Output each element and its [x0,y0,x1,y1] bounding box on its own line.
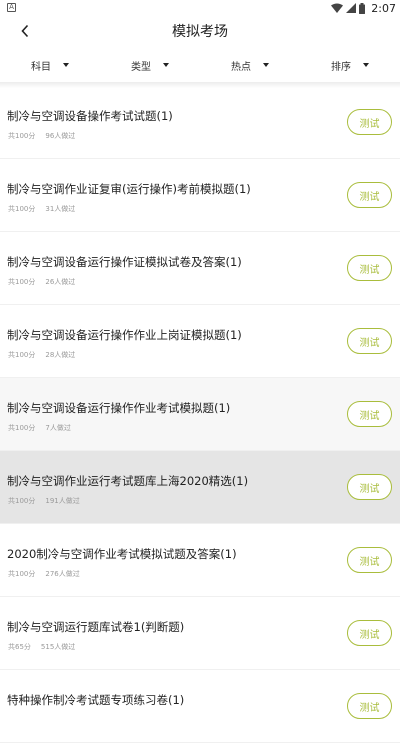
exam-attempt-count: 515人做过 [40,643,76,651]
exam-attempt-count: 191人做过 [45,497,80,505]
caret-down-icon [163,63,169,67]
clock: 2:07 [371,1,396,15]
battery-icon [359,2,366,14]
test-button[interactable]: 测试 [347,474,392,500]
status-indicators: 2:07 [331,1,396,15]
signal-icon [346,3,357,13]
exam-meta: 共100分 191人做过 [8,496,80,506]
exam-attempt-count: 96人做过 [45,132,76,140]
list-item[interactable]: 制冷与空调设备运行操作作业上岗证模拟题(1) 共100分 28人做过 测试 [0,305,400,378]
exam-title: 制冷与空调作业运行考试题库上海2020精选(1) [7,474,249,488]
caret-down-icon [263,63,269,67]
list-item[interactable]: 制冷与空调设备操作考试试题(1) 共100分 96人做过 测试 [0,86,400,159]
exam-title: 制冷与空调设备运行操作作业上岗证模拟题(1) [7,328,242,342]
notification-icon: A [7,3,16,12]
exam-total-score: 共100分 [8,132,36,140]
test-button[interactable]: 测试 [347,109,392,135]
list-item[interactable]: 特种操作制冷考试题专项练习卷(1) 测试 [0,670,400,743]
exam-title: 制冷与空调运行题库试卷1(判断题) [7,620,185,634]
exam-total-score: 共100分 [8,570,36,578]
exam-meta: 共100分 276人做过 [8,569,80,579]
filter-label: 排序 [331,61,351,73]
exam-total-score: 共100分 [8,278,36,286]
test-button[interactable]: 测试 [347,328,392,354]
wifi-icon [331,3,344,13]
exam-title: 制冷与空调设备运行操作作业考试模拟题(1) [7,401,231,415]
exam-attempt-count: 26人做过 [45,278,76,286]
exam-attempt-count: 276人做过 [45,570,80,578]
app-header: 模拟考场 [0,16,400,46]
test-button[interactable]: 测试 [347,182,392,208]
filter-hot[interactable]: 热点 [200,50,300,80]
exam-list: 制冷与空调设备操作考试试题(1) 共100分 96人做过 测试 制冷与空调作业证… [0,86,400,743]
list-item[interactable]: 制冷与空调运行题库试卷1(判断题) 共65分 515人做过 测试 [0,597,400,670]
test-button[interactable]: 测试 [347,693,392,719]
filter-subject[interactable]: 科目 [0,50,100,80]
exam-meta: 共100分 31人做过 [8,204,75,214]
list-item[interactable]: 2020制冷与空调作业考试模拟试题及答案(1) 共100分 276人做过 测试 [0,524,400,597]
exam-total-score: 共65分 [8,643,31,651]
caret-down-icon [363,63,369,67]
filter-label: 科目 [31,61,51,73]
exam-title: 制冷与空调设备操作考试试题(1) [7,109,173,123]
exam-total-score: 共100分 [8,497,36,505]
filter-sort[interactable]: 排序 [300,50,400,80]
test-button[interactable]: 测试 [347,547,392,573]
exam-title: 2020制冷与空调作业考试模拟试题及答案(1) [7,547,237,561]
exam-title: 制冷与空调作业证复审(运行操作)考前模拟题(1) [7,182,251,196]
list-item[interactable]: 制冷与空调设备运行操作证模拟试卷及答案(1) 共100分 26人做过 测试 [0,232,400,305]
exam-meta: 共65分 515人做过 [8,642,75,652]
exam-attempt-count: 31人做过 [45,205,76,213]
exam-meta: 共100分 7人做过 [8,423,71,433]
status-bar: A 2:07 [0,0,400,16]
exam-attempt-count: 7人做过 [45,424,71,432]
exam-attempt-count: 28人做过 [45,351,76,359]
exam-title: 制冷与空调设备运行操作证模拟试卷及答案(1) [7,255,242,269]
exam-title: 特种操作制冷考试题专项练习卷(1) [7,693,185,707]
exam-meta: 共100分 28人做过 [8,350,75,360]
list-item[interactable]: 制冷与空调作业运行考试题库上海2020精选(1) 共100分 191人做过 测试 [0,451,400,524]
caret-down-icon [63,63,69,67]
exam-meta: 共100分 96人做过 [8,131,75,141]
exam-meta: 共100分 26人做过 [8,277,75,287]
exam-total-score: 共100分 [8,351,36,359]
filter-type[interactable]: 类型 [100,50,200,80]
filter-label: 类型 [131,61,151,73]
filter-bar: 科目 类型 热点 排序 [0,50,400,80]
test-button[interactable]: 测试 [347,401,392,427]
exam-total-score: 共100分 [8,424,36,432]
page-title: 模拟考场 [172,24,228,40]
exam-total-score: 共100分 [8,205,36,213]
test-button[interactable]: 测试 [347,255,392,281]
list-item[interactable]: 制冷与空调设备运行操作作业考试模拟题(1) 共100分 7人做过 测试 [0,378,400,451]
filter-label: 热点 [231,61,251,73]
list-item[interactable]: 制冷与空调作业证复审(运行操作)考前模拟题(1) 共100分 31人做过 测试 [0,159,400,232]
test-button[interactable]: 测试 [347,620,392,646]
